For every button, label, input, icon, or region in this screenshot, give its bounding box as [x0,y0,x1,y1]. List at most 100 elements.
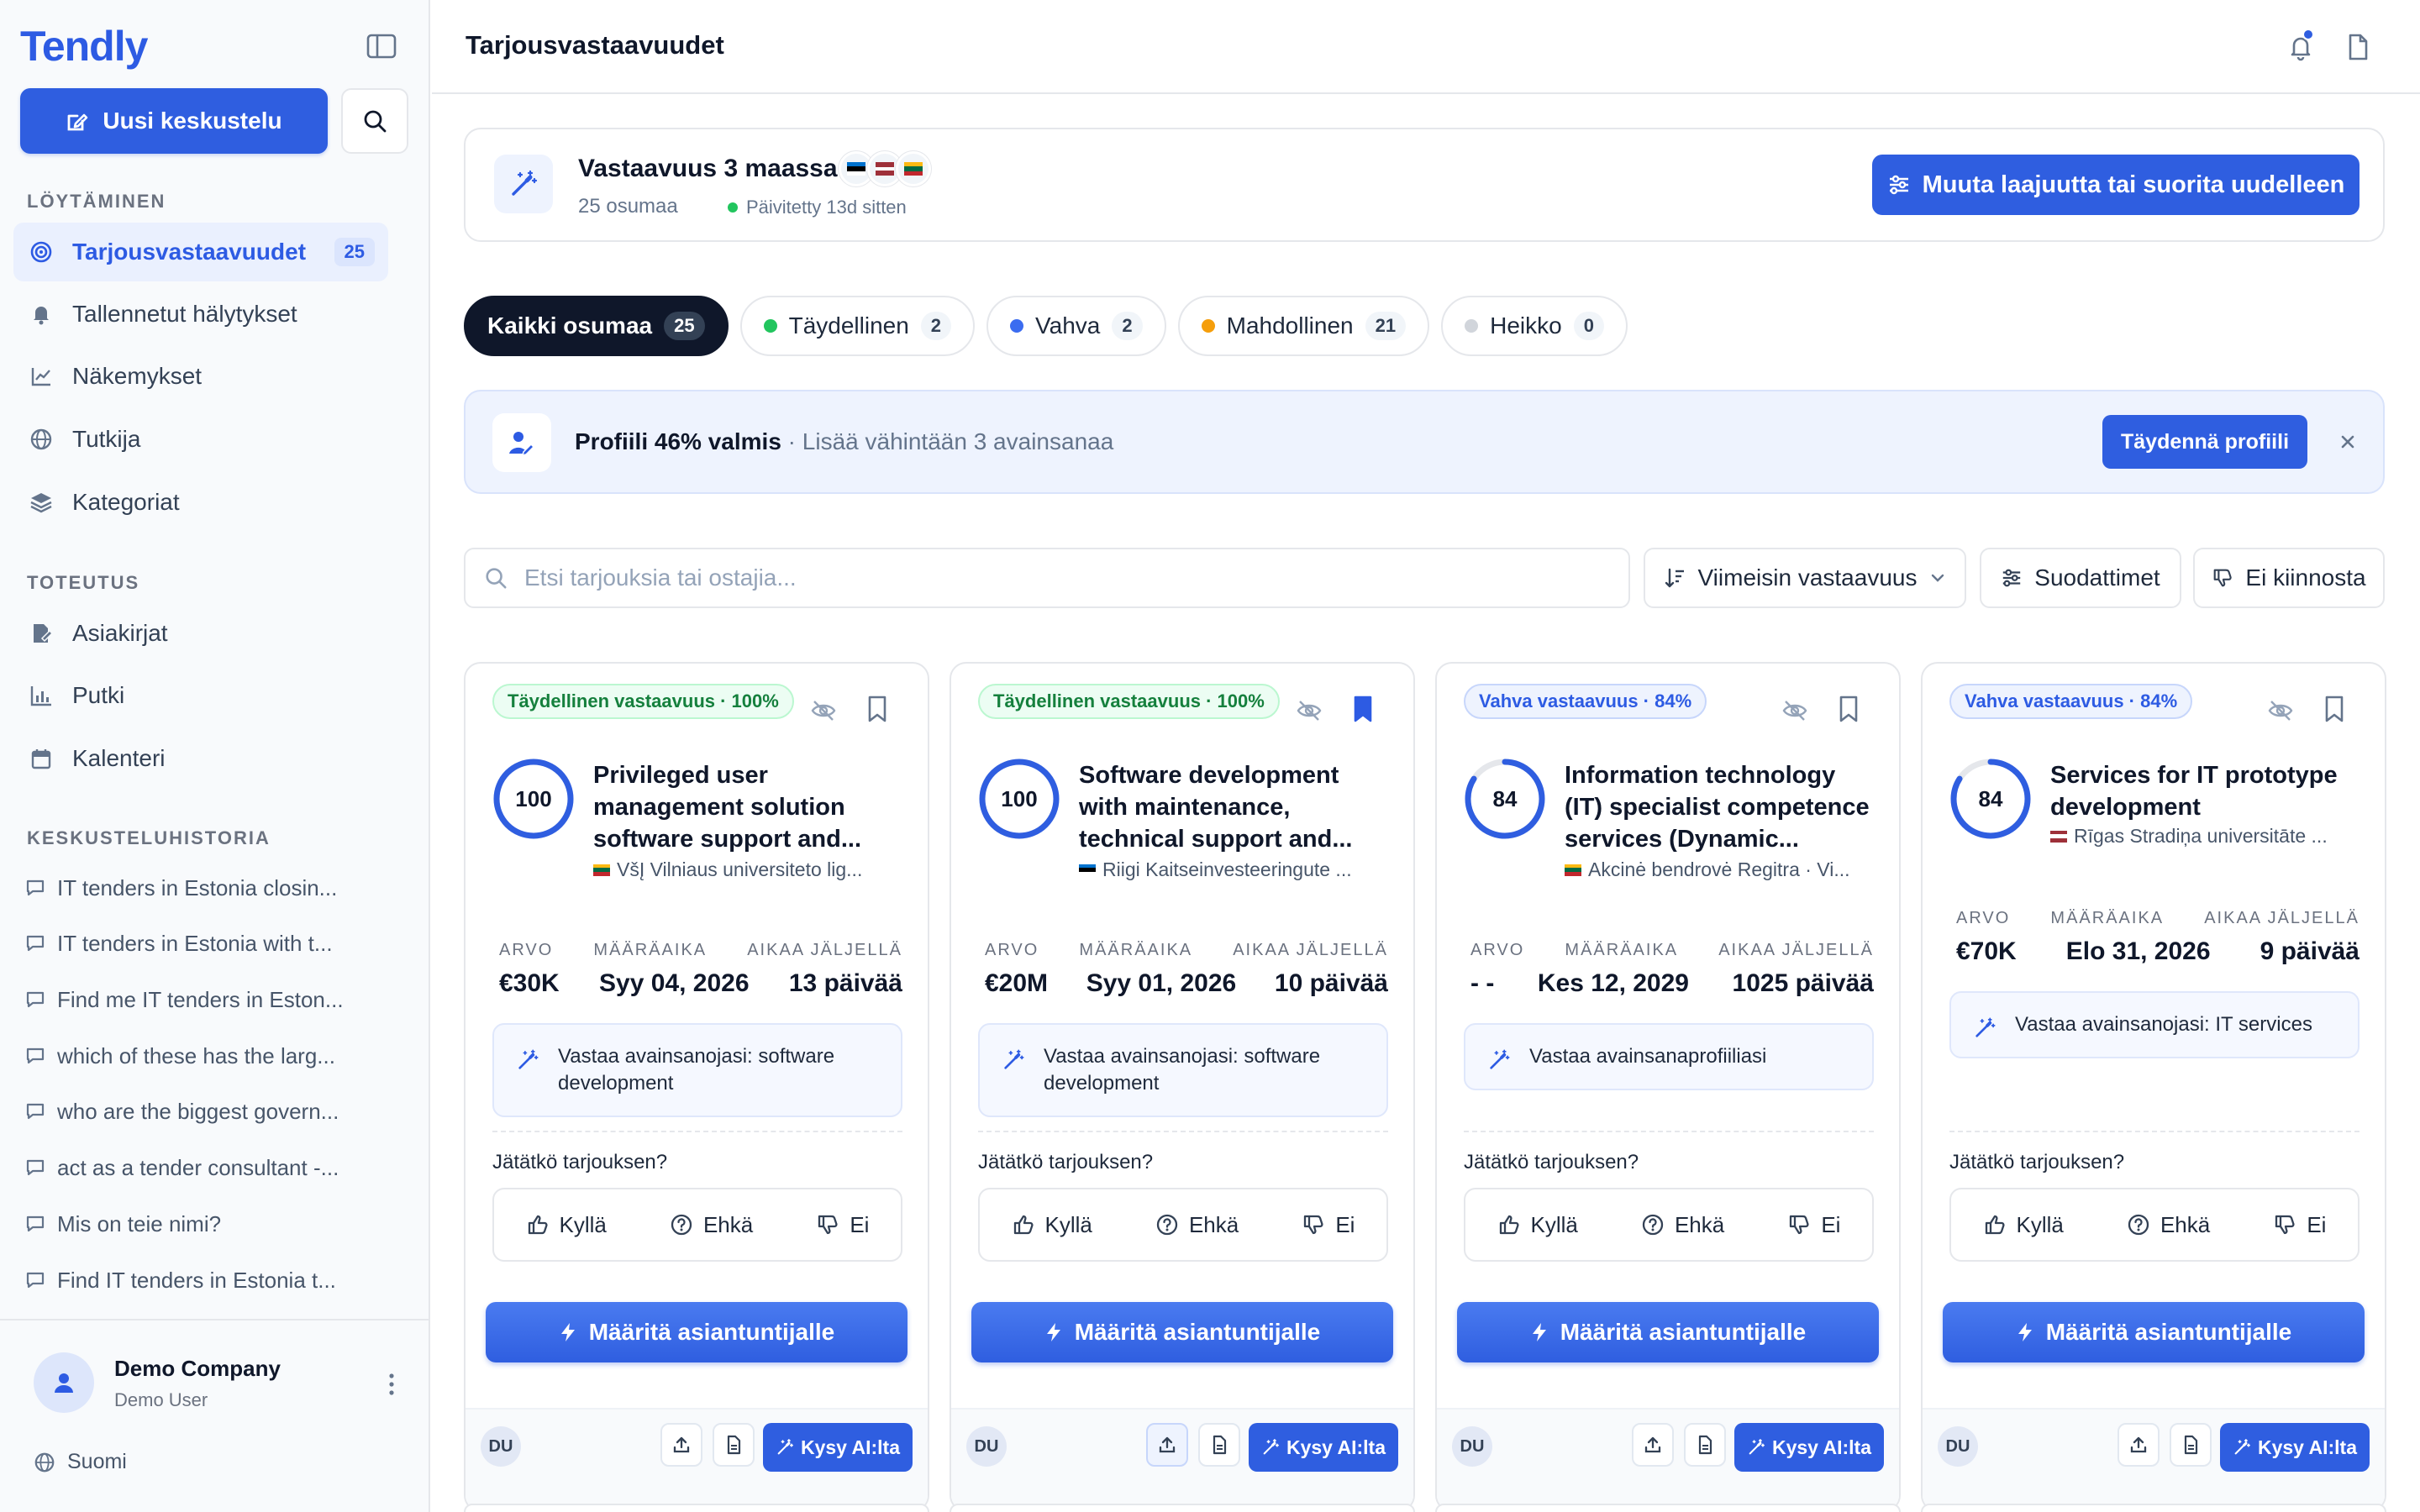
document-button[interactable] [2170,1423,2212,1467]
tender-title[interactable]: Services for IT prototype development [2050,759,2361,823]
assignee-avatar[interactable]: DU [1938,1426,1978,1467]
tab-possible[interactable]: Mahdollinen 21 [1177,296,1430,356]
sort-dropdown[interactable]: Viimeisin vastaavuus [1644,548,1966,608]
document-button[interactable] [1198,1423,1240,1467]
vote-yes-button[interactable]: Kyllä [1983,1212,2064,1238]
assign-expert-button[interactable]: Määritä asiantuntijalle [486,1302,908,1362]
assign-expert-button[interactable]: Määritä asiantuntijalle [1457,1302,1879,1362]
history-item[interactable]: who are the biggest govern... [25,1093,395,1130]
sidebar-search-button[interactable] [341,88,408,154]
profile-completion-banner: Profiili 46% valmis · Lisää vähintään 3 … [464,390,2385,494]
ask-ai-button[interactable]: Kysy AI:lta [1249,1423,1398,1472]
notifications-bell-icon[interactable] [2284,29,2317,64]
sidebar-item-saved-alerts[interactable]: Tallennetut hälytykset [13,285,388,344]
bookmark-icon[interactable] [1349,694,1376,724]
change-scope-rerun-button[interactable]: Muuta laajuutta tai suorita uudelleen [1872,155,2360,215]
vote-maybe-button[interactable]: Ehkä [2127,1212,2210,1238]
not-interested-button[interactable]: Ei kiinnosta [2193,548,2385,608]
history-item[interactable]: Find IT tenders in Estonia t... [25,1262,395,1299]
tender-card[interactable]: Täydellinen vastaavuus · 100% 100 Privil… [464,662,929,1512]
ask-ai-button[interactable]: Kysy AI:lta [1734,1423,1884,1472]
bookmark-icon[interactable] [864,694,891,724]
filters-button[interactable]: Suodattimet [1980,548,2181,608]
assign-expert-button[interactable]: Määritä asiantuntijalle [1943,1302,2365,1362]
share-button[interactable] [1632,1423,1674,1467]
vote-no-button[interactable]: Ei [816,1212,869,1238]
search-icon [362,108,387,134]
tab-perfect[interactable]: Täydellinen 2 [739,296,976,356]
app-logo[interactable]: Tendly [20,22,148,71]
thumbs-down-icon [816,1213,839,1236]
buyer-country-flag-icon [1565,864,1581,876]
history-item[interactable]: IT tenders in Estonia with t... [25,925,395,962]
more-options-icon[interactable] [383,1369,400,1399]
history-item[interactable]: Find me IT tenders in Eston... [25,981,395,1018]
vote-maybe-button[interactable]: Ehkä [670,1212,753,1238]
assignee-avatar[interactable]: DU [481,1426,521,1467]
bookmark-icon[interactable] [2321,694,2348,724]
avatar[interactable] [34,1352,94,1413]
sidebar-item-label: Kategoriat [72,489,180,515]
assignee-avatar[interactable]: DU [966,1426,1007,1467]
vote-yes-button[interactable]: Kyllä [1012,1212,1092,1238]
question-circle-icon [1641,1213,1665,1236]
buyer-name: Rīgas Stradiņa universitāte ... [2050,825,2361,848]
sidebar-item-insights[interactable]: Näkemykset [13,347,388,406]
history-item[interactable]: which of these has the larg... [25,1037,395,1074]
share-button[interactable] [1146,1423,1188,1467]
sidebar-item-pipeline[interactable]: Putki [13,666,388,725]
time-left: 1025 päivää [1732,969,1874,997]
document-button[interactable] [713,1423,755,1467]
tab-all-matches[interactable]: Kaikki osumaa 25 [464,296,729,356]
document-icon[interactable] [2341,30,2375,64]
tender-title[interactable]: Privileged user management solution soft… [593,759,904,855]
match-badge: Täydellinen vastaavuus · 100% [978,684,1280,719]
match-score-ring: 84 [1464,758,1546,840]
tab-weak[interactable]: Heikko 0 [1441,296,1628,356]
sidebar-item-explorer[interactable]: Tutkija [13,410,388,469]
tender-title[interactable]: Software development with maintenance, t… [1079,759,1390,855]
hide-icon[interactable] [1296,697,1323,724]
history-item[interactable]: Mis on teie nimi? [25,1205,395,1242]
ask-ai-button[interactable]: Kysy AI:lta [2220,1423,2370,1472]
tender-value: €20M [985,969,1049,997]
document-button[interactable] [1684,1423,1726,1467]
tender-card[interactable]: Täydellinen vastaavuus · 100% 100 Softwa… [950,662,1415,1512]
vote-yes-button[interactable]: Kyllä [526,1212,607,1238]
vote-no-button[interactable]: Ei [1787,1212,1840,1238]
ask-ai-button[interactable]: Kysy AI:lta [763,1423,913,1472]
complete-profile-button[interactable]: Täydennä profiili [2102,415,2307,469]
share-button[interactable] [2118,1423,2160,1467]
vote-yes-button[interactable]: Kyllä [1497,1212,1578,1238]
sidebar-item-calendar[interactable]: Kalenteri [13,729,388,788]
new-chat-button[interactable]: Uusi keskustelu [20,88,328,154]
hide-icon[interactable] [1781,697,1808,724]
language-selector[interactable]: Suomi [34,1450,127,1474]
history-item[interactable]: act as a tender consultant -... [25,1149,395,1186]
magic-wand-icon [1261,1438,1280,1457]
vote-maybe-button[interactable]: Ehkä [1641,1212,1724,1238]
tab-strong[interactable]: Vahva 2 [986,296,1166,356]
sidebar-item-tender-matches[interactable]: Tarjousvastaavuudet 25 [13,223,388,281]
company-name: Demo Company [114,1356,281,1381]
tender-card[interactable]: Vahva vastaavuus · 84% 84 Services for I… [1921,662,2386,1512]
history-item[interactable]: IT tenders in Estonia closin... [25,869,395,906]
search-input[interactable] [524,564,1533,591]
next-row-card-edge [1435,1504,1901,1512]
sidebar-item-categories[interactable]: Kategoriat [13,473,388,532]
vote-no-button[interactable]: Ei [2273,1212,2326,1238]
rerun-label: Muuta laajuutta tai suorita uudelleen [1922,171,2345,198]
share-button[interactable] [660,1423,702,1467]
hide-icon[interactable] [810,697,837,724]
bookmark-icon[interactable] [1835,694,1862,724]
close-icon[interactable] [2334,428,2361,455]
assign-expert-button[interactable]: Määritä asiantuntijalle [971,1302,1393,1362]
sidebar-item-documents[interactable]: Asiakirjat [13,604,388,663]
tender-card[interactable]: Vahva vastaavuus · 84% 84 Information te… [1435,662,1901,1512]
sidebar-toggle-icon[interactable] [365,32,398,60]
vote-no-button[interactable]: Ei [1302,1212,1355,1238]
hide-icon[interactable] [2267,697,2294,724]
tender-title[interactable]: Information technology (IT) specialist c… [1565,759,1876,855]
assignee-avatar[interactable]: DU [1452,1426,1492,1467]
vote-maybe-button[interactable]: Ehkä [1155,1212,1239,1238]
